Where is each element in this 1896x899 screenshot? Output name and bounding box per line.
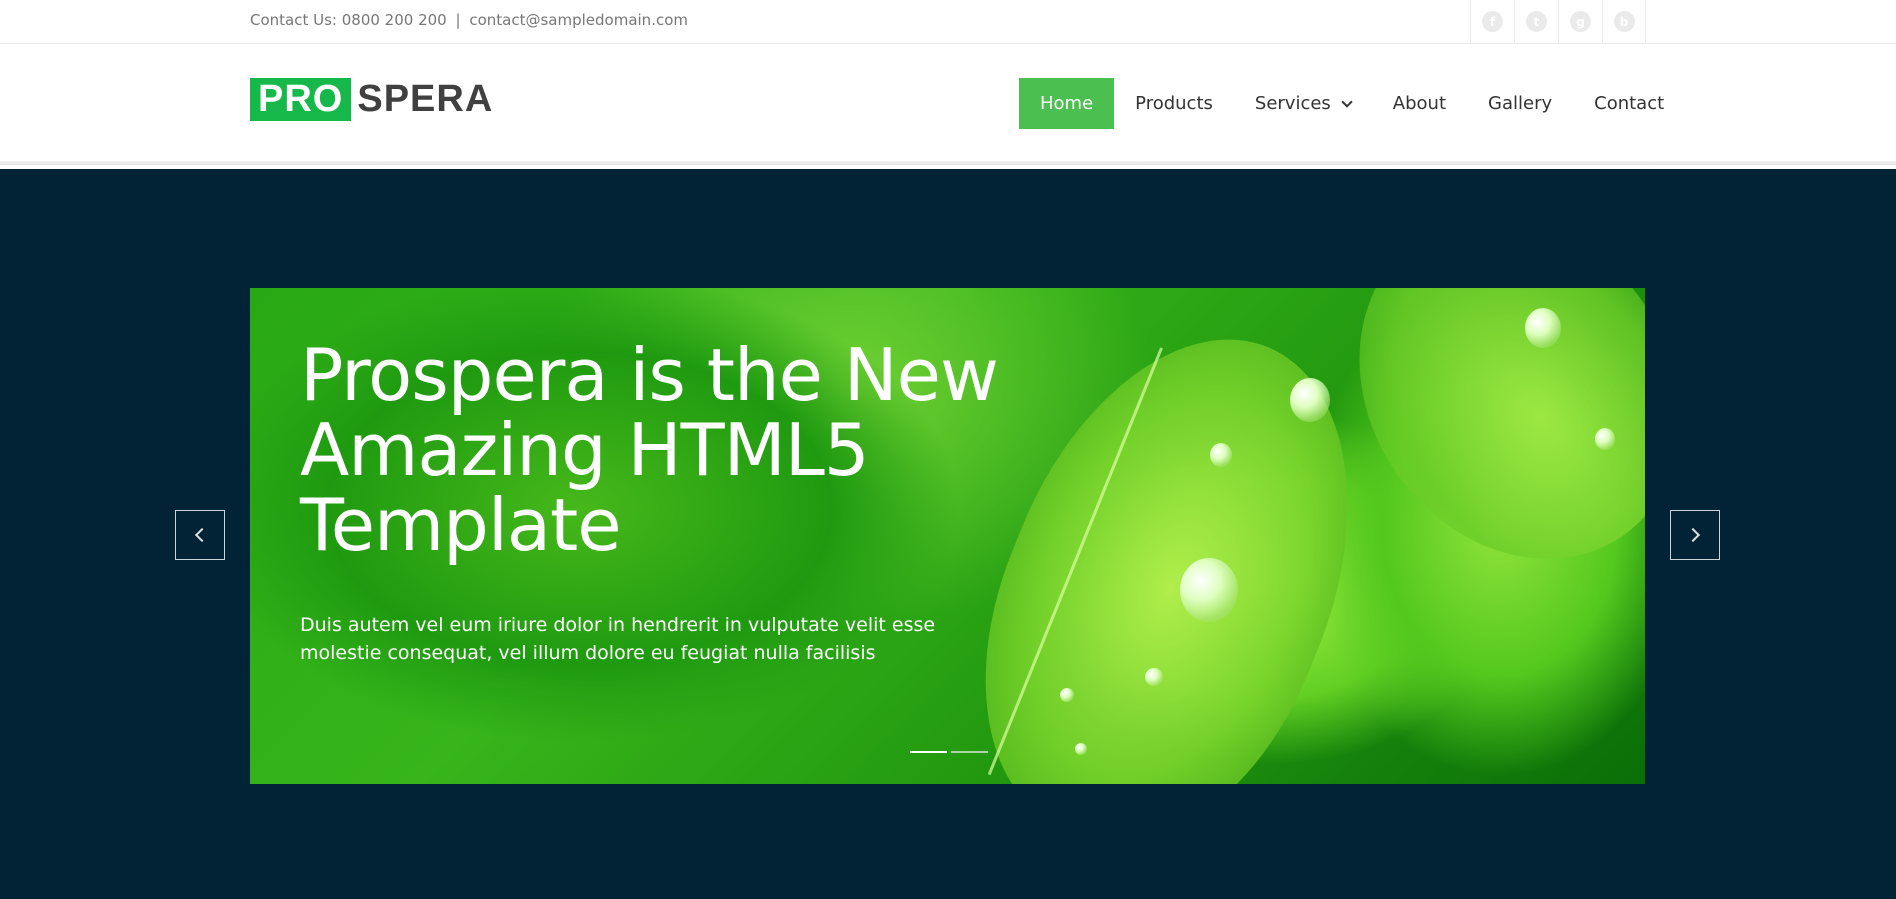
water-drop [1595,428,1615,450]
chevron-left-icon [194,527,210,543]
slider-next-button[interactable] [1670,510,1720,560]
twitter-icon: t [1526,11,1547,32]
leaf-image-top [1293,288,1645,622]
slider-prev-button[interactable] [175,510,225,560]
nav-item-services[interactable]: Services [1234,78,1372,129]
google-plus-link[interactable]: g [1558,0,1602,43]
water-drop [1145,668,1163,686]
top-bar: Contact Us: 0800 200 200 | contact@sampl… [0,0,1896,44]
nav-item-contact[interactable]: Contact [1573,78,1685,129]
facebook-link[interactable]: f [1470,0,1514,43]
nav-item-products[interactable]: Products [1114,78,1234,129]
nav-item-home[interactable]: Home [1019,78,1115,129]
twitter-link[interactable]: t [1514,0,1558,43]
hero-slide: Prospera is the New Amazing HTML5 Templa… [250,288,1645,784]
chevron-right-icon [1685,527,1701,543]
slider-dot-1[interactable] [910,751,947,753]
nav-item-services-label: Services [1254,93,1331,114]
rss-icon: b [1613,11,1635,32]
chevron-down-icon [1341,96,1353,108]
main-nav: Home Products Services About Gallery Con… [1019,78,1685,129]
water-drop [1290,378,1330,422]
contact-phone: Contact Us: 0800 200 200 [250,11,447,29]
contact-email[interactable]: contact@sampledomain.com [469,11,688,29]
contact-info: Contact Us: 0800 200 200 | contact@sampl… [250,0,688,41]
nav-item-gallery[interactable]: Gallery [1467,78,1573,129]
water-drop [1180,558,1238,622]
google-plus-icon: g [1570,11,1591,32]
water-drop [1525,308,1561,348]
logo-spera: SPERA [357,78,494,120]
slider-pagination [910,751,988,753]
hero-title: Prospera is the New Amazing HTML5 Templa… [300,333,999,567]
facebook-icon: f [1482,11,1503,32]
water-drop [1075,743,1087,755]
slider-dot-2[interactable] [951,751,988,753]
nav-item-about[interactable]: About [1372,78,1467,129]
water-drop [1060,688,1074,702]
hero-text: Duis autem vel eum iriure dolor in hendr… [300,614,936,664]
social-links: f t g b [1470,0,1646,43]
water-drop [1210,443,1232,467]
logo[interactable]: PRO SPERA [250,78,493,121]
rss-link[interactable]: b [1602,0,1646,43]
logo-pro: PRO [250,78,352,121]
hero-section: Prospera is the New Amazing HTML5 Templa… [0,169,1896,899]
site-header: PRO SPERA Home Products Services About G… [0,44,1896,165]
contact-separator: | [455,11,461,29]
